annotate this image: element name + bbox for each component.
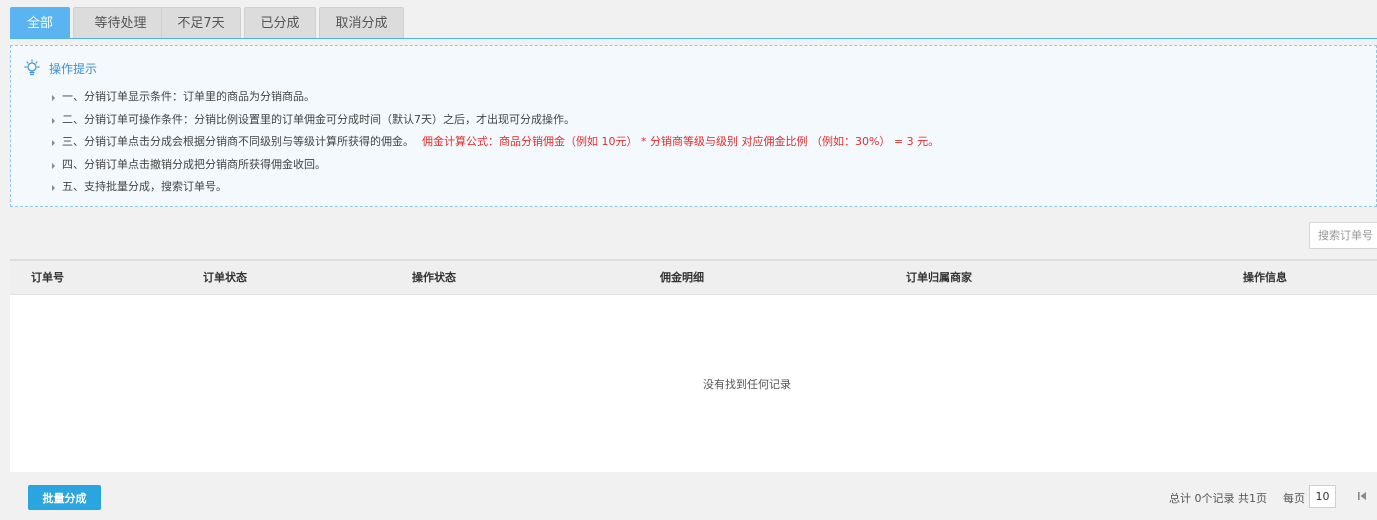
batch-divide-button[interactable]: 批量分成 [28, 485, 101, 510]
tab-under-7-days[interactable]: 不足7天 [161, 7, 241, 38]
column-commission-detail: 佣金明细 [660, 271, 704, 284]
column-order-no: 订单号 [31, 271, 64, 284]
operation-tips-panel: 操作提示 一、分销订单显示条件：订单里的商品为分销商品。 二、分销订单可操作条件… [10, 45, 1377, 207]
order-search-input[interactable] [1309, 222, 1377, 249]
tip-item: 三、分销订单点击分成会根据分销商不同级别与等级计算所获得的佣金。 佣金计算公式：商… [49, 131, 939, 154]
column-order-status: 订单状态 [203, 271, 247, 284]
per-page-label: 每页 [1283, 492, 1305, 505]
lightbulb-icon [24, 59, 40, 76]
tip-item: 四、分销订单点击撤销分成把分销商所获得佣金收回。 [49, 154, 939, 177]
tips-list: 一、分销订单显示条件：订单里的商品为分销商品。 二、分销订单可操作条件：分销比例… [49, 86, 939, 199]
status-tabs: 全部 等待处理 不足7天 已分成 取消分成 [10, 7, 1377, 39]
tip-text: 三、分销订单点击分成会根据分销商不同级别与等级计算所获得的佣金。 [62, 135, 414, 148]
tip-item: 五、支持批量分成，搜索订单号。 [49, 176, 939, 199]
table-body: 没有找到任何记录 [10, 295, 1377, 472]
first-page-icon[interactable] [1356, 490, 1368, 502]
column-operation-info: 操作信息 [1243, 271, 1287, 284]
table-header: 订单号 订单状态 操作状态 佣金明细 订单归属商家 操作信息 [10, 259, 1377, 295]
tab-divided[interactable]: 已分成 [244, 7, 316, 38]
commission-formula: 佣金计算公式：商品分销佣金（例如 10元） * 分销商等级与级别 对应佣金比例 … [422, 135, 940, 148]
column-operation-status: 操作状态 [412, 271, 456, 284]
tab-cancelled[interactable]: 取消分成 [319, 7, 404, 38]
tips-header: 操作提示 [23, 59, 98, 76]
column-order-merchant: 订单归属商家 [906, 271, 972, 284]
tip-item: 二、分销订单可操作条件：分销比例设置里的订单佣金可分成时间（默认7天）之后，才出… [49, 109, 939, 132]
tip-item: 一、分销订单显示条件：订单里的商品为分销商品。 [49, 86, 939, 109]
tab-all[interactable]: 全部 [10, 7, 70, 38]
empty-state-text: 没有找到任何记录 [703, 378, 791, 391]
tab-pending[interactable]: 等待处理 [73, 7, 168, 38]
per-page-input[interactable] [1309, 485, 1336, 508]
tips-title: 操作提示 [49, 61, 98, 76]
table-footer: 批量分成 总计 0个记录 共1页 每页 [10, 473, 1377, 520]
record-total: 总计 0个记录 共1页 [1169, 492, 1267, 505]
